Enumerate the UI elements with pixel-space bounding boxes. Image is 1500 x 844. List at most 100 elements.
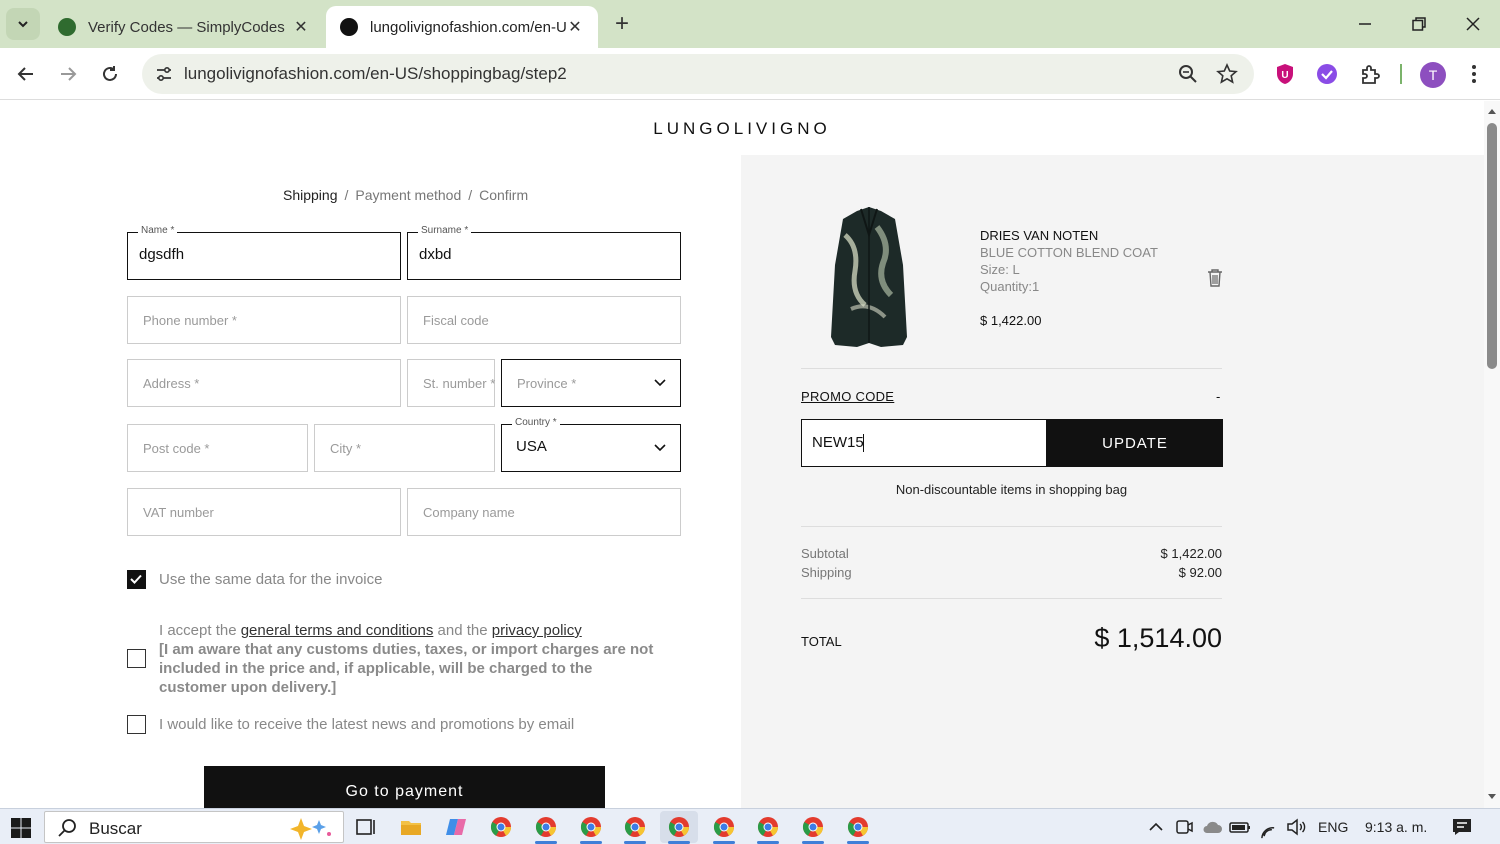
phone-field[interactable]: Phone number *	[127, 296, 401, 344]
tab-simplycodes[interactable]: Verify Codes — SimplyCodes ✕	[44, 6, 324, 48]
notifications-icon[interactable]	[1450, 815, 1474, 839]
breadcrumb-payment-method[interactable]: Payment method	[355, 187, 461, 203]
breadcrumb-confirm[interactable]: Confirm	[479, 187, 528, 203]
same-invoice-checkbox[interactable]	[127, 570, 146, 589]
address-field[interactable]: Address *	[127, 359, 401, 407]
street-number-placeholder: St. number *	[423, 376, 496, 391]
product-brand[interactable]: DRIES VAN NOTEN	[980, 228, 1098, 243]
site-logo[interactable]: LUNGOLIVIGNO	[0, 119, 1484, 139]
windows-start-icon[interactable]	[10, 817, 32, 839]
simplycodes-icon	[58, 18, 76, 36]
product-coat-image[interactable]	[825, 205, 913, 349]
cloud-icon[interactable]	[1200, 815, 1224, 839]
meet-icon[interactable]	[1172, 815, 1196, 839]
more-menu-icon[interactable]	[1462, 62, 1486, 86]
chrome-profile-icon[interactable]	[801, 815, 825, 839]
windows-taskbar: Buscar ENG 9:13 a. m.	[0, 808, 1500, 844]
terms-checkbox[interactable]	[127, 649, 146, 668]
surname-field[interactable]: Surname * dxbd	[407, 225, 681, 280]
scrollbar-thumb[interactable]	[1487, 123, 1497, 369]
chrome-profile-icon[interactable]	[579, 815, 603, 839]
country-label: Country *	[512, 417, 560, 428]
promo-code-input[interactable]: NEW15	[801, 419, 1047, 467]
name-field[interactable]: Name * dgsdfh	[127, 225, 401, 280]
close-icon[interactable]: ✕	[566, 18, 584, 36]
tab-lungolivigno[interactable]: lungolivignofashion.com/en-US ✕	[326, 6, 598, 48]
back-arrow-icon[interactable]	[12, 60, 40, 88]
clock[interactable]: 9:13 a. m.	[1365, 819, 1427, 835]
task-view-icon[interactable]	[354, 815, 378, 839]
profile-avatar[interactable]: T	[1420, 62, 1446, 88]
file-explorer-icon[interactable]	[399, 815, 423, 839]
window-close-icon[interactable]	[1458, 10, 1488, 38]
reload-icon[interactable]	[96, 60, 124, 88]
copilot-icon[interactable]	[444, 815, 468, 839]
terms-middle: and the	[433, 622, 492, 639]
update-promo-button[interactable]: UPDATE	[1047, 419, 1223, 467]
chevron-down-icon	[654, 444, 666, 452]
go-to-payment-button[interactable]: Go to payment	[204, 766, 605, 808]
chrome-profile-icon[interactable]	[846, 815, 870, 839]
minimize-icon[interactable]	[1350, 10, 1380, 38]
phone-placeholder: Phone number *	[143, 313, 237, 328]
zoom-icon[interactable]	[1178, 64, 1198, 84]
chrome-profile-icon[interactable]	[534, 815, 558, 839]
newsletter-checkbox[interactable]	[127, 715, 146, 734]
page-scrollbar[interactable]	[1484, 101, 1500, 808]
taskbar-search[interactable]: Buscar	[44, 811, 344, 843]
promo-code-toggle[interactable]: PROMO CODE	[801, 389, 894, 404]
breadcrumb-separator: /	[468, 187, 473, 203]
surname-value: dxbd	[419, 246, 452, 263]
street-number-field[interactable]: St. number *	[407, 359, 495, 407]
extensions-puzzle-icon[interactable]	[1358, 62, 1382, 86]
site-settings-icon[interactable]	[154, 64, 174, 84]
shipping-value: $ 92.00	[1178, 565, 1222, 580]
country-select[interactable]: Country * USA	[501, 417, 681, 472]
checkmark-extension-icon[interactable]	[1315, 62, 1339, 86]
chrome-profile-icon[interactable]	[756, 815, 780, 839]
province-select[interactable]: Province *	[501, 359, 681, 407]
shield-extension-icon[interactable]: U	[1273, 62, 1297, 86]
province-placeholder: Province *	[517, 376, 577, 391]
product-name[interactable]: BLUE COTTON BLEND COAT	[980, 245, 1158, 260]
company-name-field[interactable]: Company name	[407, 488, 681, 536]
same-invoice-label: Use the same data for the invoice	[159, 571, 383, 588]
general-terms-link[interactable]: general terms and conditions	[241, 622, 434, 639]
new-tab-plus-icon[interactable]: +	[610, 10, 634, 37]
promo-collapse-icon[interactable]: -	[1216, 389, 1220, 404]
scroll-down-arrow-icon[interactable]	[1487, 793, 1497, 801]
checkmark-icon	[130, 574, 142, 584]
bookmark-star-icon[interactable]	[1216, 63, 1238, 85]
post-code-field[interactable]: Post code *	[127, 424, 308, 472]
wifi-icon[interactable]	[1256, 815, 1280, 839]
chrome-profile-icon[interactable]	[712, 815, 736, 839]
close-icon[interactable]: ✕	[292, 18, 310, 36]
address-placeholder: Address *	[143, 376, 200, 391]
breadcrumb-shipping[interactable]: Shipping	[283, 187, 338, 203]
tab-search-button[interactable]	[6, 8, 40, 40]
language-indicator[interactable]: ENG	[1318, 819, 1348, 835]
privacy-policy-link[interactable]: privacy policy	[492, 622, 582, 639]
vat-number-field[interactable]: VAT number	[127, 488, 401, 536]
restore-icon[interactable]	[1404, 10, 1434, 38]
address-bar[interactable]: lungolivignofashion.com/en-US/shoppingba…	[142, 54, 1254, 94]
chevron-up-icon[interactable]	[1144, 815, 1168, 839]
forward-arrow-icon[interactable]	[54, 60, 82, 88]
web-page: LUNGOLIVIGNO Shipping / Payment method / Con…	[0, 101, 1484, 808]
trash-icon[interactable]	[1206, 268, 1224, 288]
subtotal-value: $ 1,422.00	[1160, 546, 1222, 561]
search-icon	[58, 819, 76, 837]
company-name-placeholder: Company name	[423, 505, 515, 520]
fiscal-code-placeholder: Fiscal code	[423, 313, 489, 328]
browser-toolbar: lungolivignofashion.com/en-US/shoppingba…	[0, 48, 1500, 100]
chrome-profile-icon[interactable]	[623, 815, 647, 839]
volume-icon[interactable]	[1284, 815, 1308, 839]
scroll-up-arrow-icon[interactable]	[1487, 107, 1497, 115]
chrome-icon[interactable]	[489, 815, 513, 839]
svg-text:U: U	[1281, 70, 1288, 81]
chrome-profile-icon[interactable]	[667, 815, 691, 839]
fiscal-code-field[interactable]: Fiscal code	[407, 296, 681, 344]
divider	[801, 598, 1222, 599]
battery-icon[interactable]	[1228, 815, 1252, 839]
city-field[interactable]: City *	[314, 424, 495, 472]
